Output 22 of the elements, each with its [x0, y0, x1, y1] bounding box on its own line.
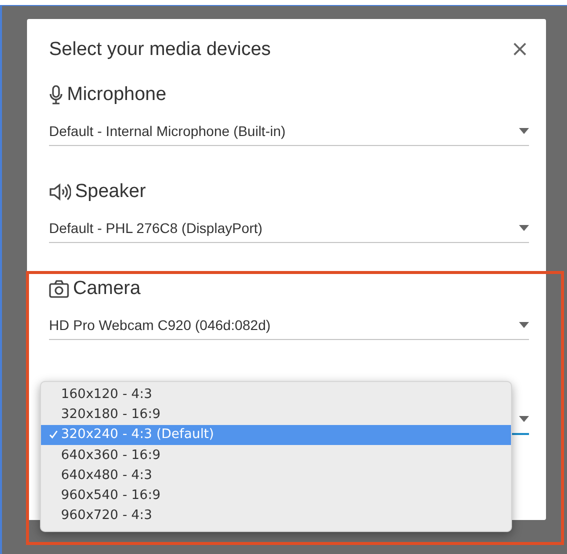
device-select[interactable]: Default - PHL 276C8 (DisplayPort): [49, 213, 529, 243]
check-icon: [49, 430, 58, 440]
section-label: Microphone: [67, 84, 166, 106]
section-label: Speaker: [75, 181, 146, 203]
caret-icon: [519, 416, 529, 422]
dialog-title: Select your media devices: [49, 38, 271, 62]
microphone-icon: [49, 85, 63, 105]
device-select[interactable]: HD Pro Webcam C920 (046d:082d): [49, 310, 529, 340]
menu-option[interactable]: 960x540 - 16:9: [41, 485, 511, 506]
caret-icon: [519, 128, 529, 134]
camera-icon: [49, 280, 69, 298]
menu-option[interactable]: 960x720 - 4:3: [41, 506, 511, 526]
caret-icon: [519, 224, 529, 230]
menu-option[interactable]: 640x480 - 4:3: [41, 465, 511, 486]
close-button[interactable]: ×: [510, 38, 529, 62]
speaker-icon: [49, 183, 71, 201]
menu-option[interactable]: 640x360 - 16:9: [41, 444, 511, 466]
section-label: Camera: [73, 278, 141, 300]
menu-option[interactable]: 160x120 - 4:3: [41, 384, 511, 404]
menu-option[interactable]: 320x180 - 16:9: [41, 404, 511, 425]
caret-icon: [519, 322, 529, 328]
device-select[interactable]: Default - Internal Microphone (Built-in): [49, 116, 529, 146]
